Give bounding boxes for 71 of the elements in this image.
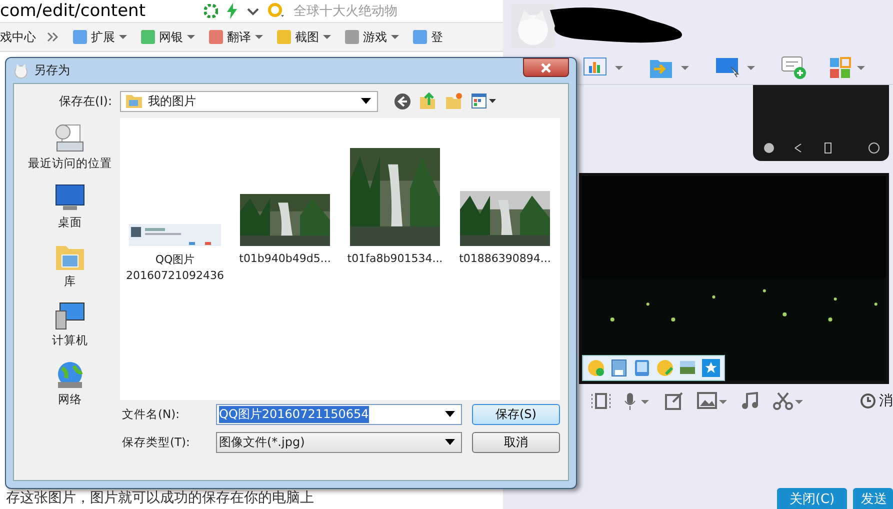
caret-icon xyxy=(118,33,128,41)
shake-icon[interactable] xyxy=(591,392,611,410)
recent-places-icon xyxy=(54,124,86,154)
music-icon[interactable] xyxy=(741,392,761,410)
caret-icon xyxy=(390,33,400,41)
smiley-edit-icon[interactable] xyxy=(656,359,674,377)
save-button[interactable]: 保存(S) xyxy=(472,404,560,424)
clock-icon[interactable] xyxy=(860,393,876,409)
toolbar-item[interactable]: 翻译 xyxy=(208,28,264,46)
app-icon xyxy=(412,29,428,45)
app-icon xyxy=(208,29,224,45)
article-text: 存这张图片，图片就可以成功的保存在你的电脑上 xyxy=(6,489,314,507)
place-item[interactable]: 库 xyxy=(54,242,86,289)
avatar-icon[interactable] xyxy=(511,4,555,48)
place-item[interactable]: 最近访问的位置 xyxy=(28,124,112,171)
more-icon[interactable] xyxy=(46,31,60,43)
file-item[interactable]: t01b940b49d5... xyxy=(234,146,336,265)
place-item[interactable]: 计算机 xyxy=(52,301,88,348)
folder-icon xyxy=(125,93,143,109)
place-item[interactable]: 网络 xyxy=(54,360,86,407)
toolbar-item[interactable]: 登 xyxy=(412,28,443,46)
app-icon xyxy=(140,29,156,45)
app-icon xyxy=(72,29,88,45)
loading-icon xyxy=(204,4,218,18)
file-item[interactable]: t01886390894... xyxy=(454,146,556,265)
cancel-button[interactable]: 取消 xyxy=(472,432,560,452)
caret-icon xyxy=(361,98,371,104)
lightning-icon[interactable] xyxy=(226,3,238,19)
toolbar-item[interactable]: 网银 xyxy=(140,28,196,46)
filename-label: 文件名(N): xyxy=(121,406,180,422)
cat-icon xyxy=(13,62,29,78)
address-field[interactable]: com/edit/content xyxy=(0,1,146,21)
toolbar-item[interactable]: 游戏 xyxy=(344,28,400,46)
app-icon xyxy=(276,29,292,45)
file-item[interactable]: QQ图片 20160721092436 xyxy=(124,146,226,282)
desktop-icon xyxy=(54,183,86,213)
close-button[interactable] xyxy=(523,58,569,77)
new-folder-icon[interactable] xyxy=(445,92,463,110)
edit-icon[interactable] xyxy=(665,392,685,410)
computer-icon xyxy=(54,301,86,331)
smiley-add-icon[interactable] xyxy=(587,359,605,377)
caret-icon xyxy=(186,33,196,41)
save-icon[interactable] xyxy=(610,359,628,377)
toolbar-item[interactable]: 截图 xyxy=(276,28,332,46)
file-item[interactable]: t01fa8b901534... xyxy=(344,146,446,265)
caret-icon xyxy=(254,33,264,41)
add-comment-icon[interactable] xyxy=(781,56,807,80)
app-icon xyxy=(344,29,360,45)
history-label[interactable]: 消 xyxy=(879,392,893,410)
dialog-title: 另存为 xyxy=(34,62,70,79)
caret-icon xyxy=(322,33,332,41)
save-in-label: 保存在(I): xyxy=(58,92,112,110)
toolbar-item[interactable]: 戏中心 xyxy=(0,28,36,46)
view-menu-icon[interactable] xyxy=(471,93,497,109)
close-icon xyxy=(539,62,553,72)
folder-dropdown[interactable]: 我的图片 xyxy=(120,90,378,112)
send-button[interactable]: 发送 xyxy=(853,488,893,509)
filetype-dropdown[interactable]: 图像文件(*.jpg) xyxy=(216,432,462,452)
caret-icon xyxy=(445,411,455,417)
image-icon[interactable] xyxy=(697,392,729,410)
close-button[interactable]: 关闭(C) xyxy=(777,488,847,509)
filename-field[interactable]: QQ图片20160721150654 xyxy=(216,404,462,424)
back-icon[interactable] xyxy=(394,92,411,110)
toolbar-item[interactable]: 扩展 xyxy=(72,28,128,46)
image-icon[interactable] xyxy=(679,359,697,377)
caret-icon xyxy=(445,439,455,445)
place-item[interactable]: 桌面 xyxy=(54,183,86,230)
scissors-icon[interactable] xyxy=(773,392,805,410)
folder-up-icon[interactable] xyxy=(419,92,437,110)
tablet-icon[interactable] xyxy=(633,359,651,377)
filetype-label: 保存类型(T): xyxy=(121,434,191,450)
